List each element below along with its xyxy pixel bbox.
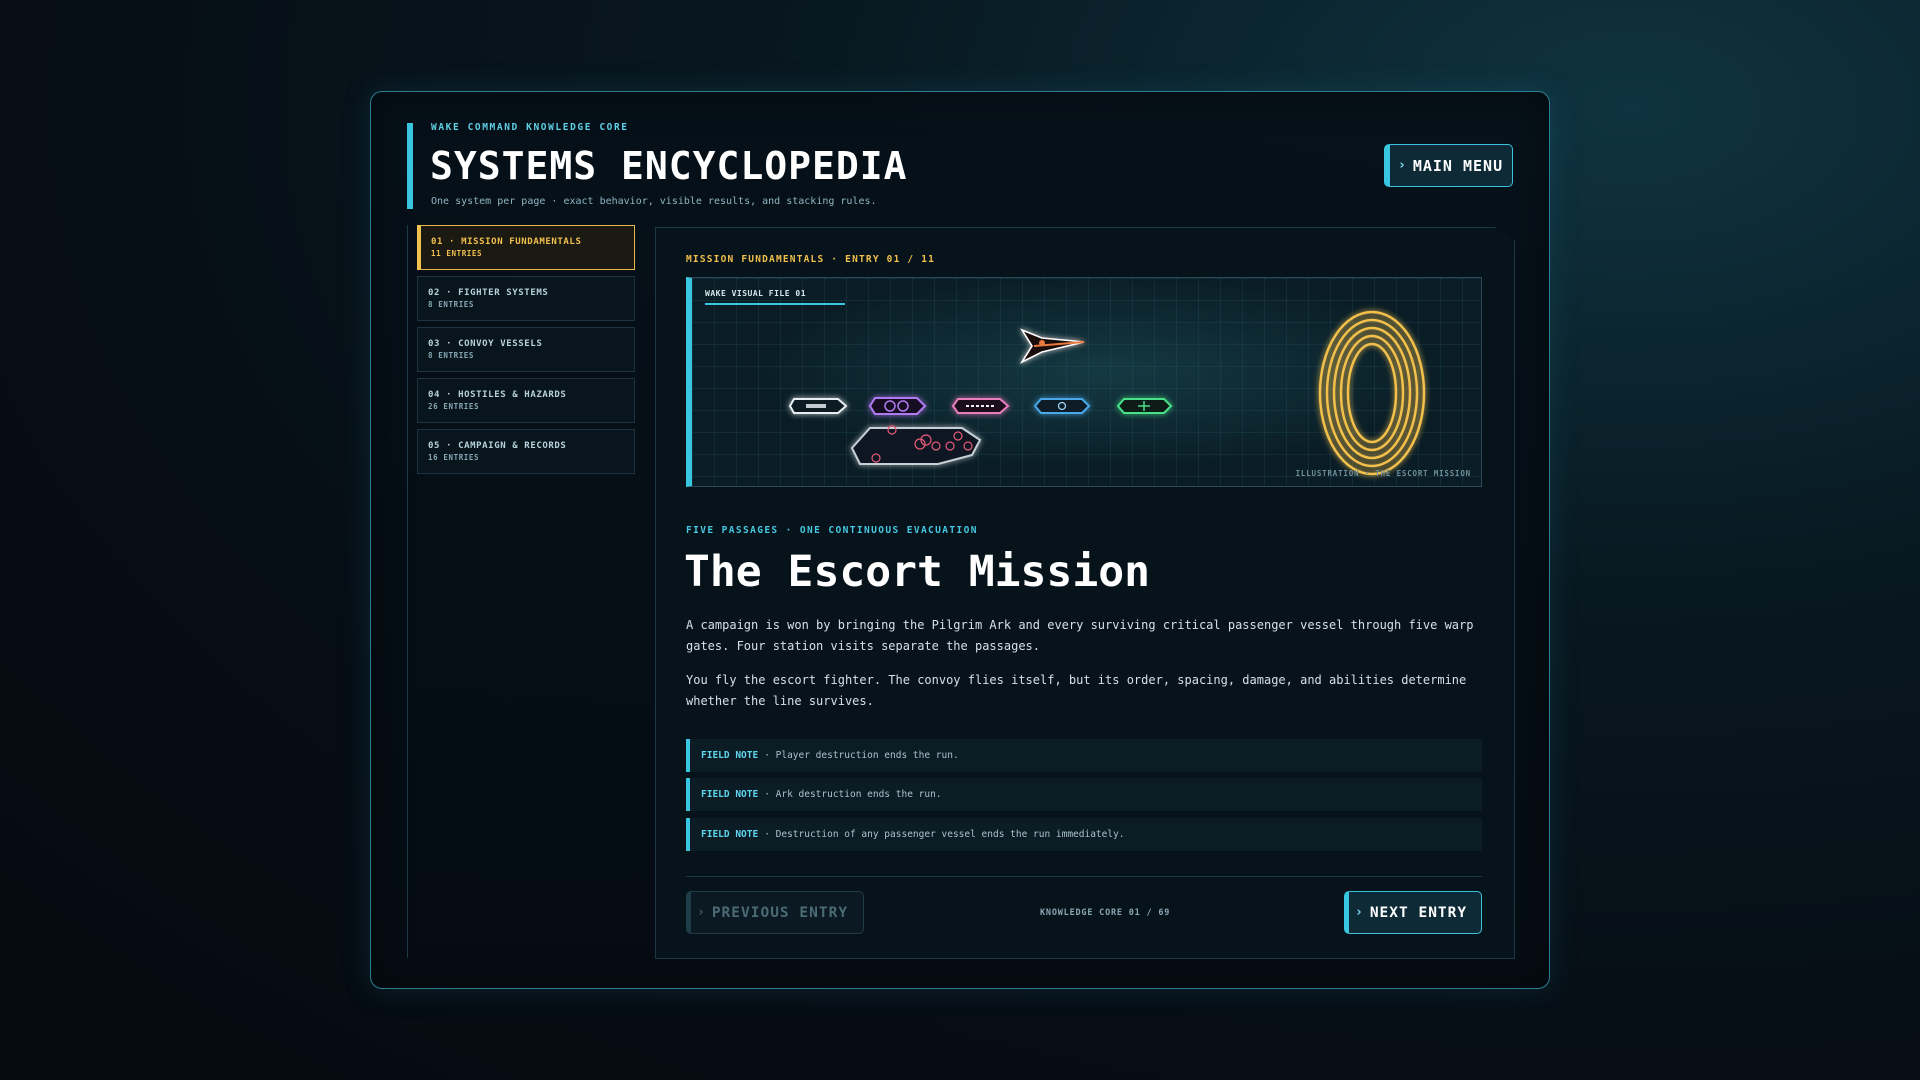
previous-entry-button[interactable]: › PREVIOUS ENTRY	[686, 891, 864, 934]
entry-kicker: FIVE PASSAGES · ONE CONTINUOUS EVACUATIO…	[686, 525, 978, 536]
convoy-vessel-blue-icon	[1033, 398, 1091, 414]
previous-entry-label: PREVIOUS ENTRY	[711, 904, 849, 921]
entry-illustration: WAKE VISUAL FILE 01 ILLUSTRATION · THE E…	[686, 277, 1482, 487]
sidebar-item-convoy-vessels[interactable]: 03 · CONVOY VESSELS 8 ENTRIES	[417, 327, 635, 372]
category-sidebar: 01 · MISSION FUNDAMENTALS 11 ENTRIES 02 …	[407, 225, 635, 958]
main-menu-button[interactable]: › MAIN MENU	[1384, 144, 1513, 187]
entry-meta: MISSION FUNDAMENTALS · ENTRY 01 / 11	[686, 254, 936, 265]
warp-gate-icon	[1318, 310, 1426, 476]
header-accent-bar	[407, 123, 413, 209]
footer-divider	[686, 876, 1482, 877]
knowledge-core-counter: KNOWLEDGE CORE 01 / 69	[1040, 908, 1171, 918]
sidebar-item-label: 03 · CONVOY VESSELS	[428, 339, 543, 349]
sidebar-item-fighter-systems[interactable]: 02 · FIGHTER SYSTEMS 8 ENTRIES	[417, 276, 635, 321]
chevron-right-icon: ›	[1398, 158, 1407, 173]
next-entry-button[interactable]: › NEXT ENTRY	[1344, 891, 1482, 934]
sidebar-item-count: 26 ENTRIES	[428, 402, 480, 411]
field-note-text: · Destruction of any passenger vessel en…	[764, 829, 1125, 840]
entry-title: The Escort Mission	[684, 547, 1150, 597]
field-note-text: · Player destruction ends the run.	[764, 750, 959, 761]
header-eyebrow: WAKE COMMAND KNOWLEDGE CORE	[431, 122, 629, 133]
convoy-vessel-green-icon	[1116, 398, 1173, 414]
sidebar-item-mission-fundamentals[interactable]: 01 · MISSION FUNDAMENTALS 11 ENTRIES	[417, 225, 635, 270]
sidebar-item-count: 16 ENTRIES	[428, 453, 480, 462]
entry-content-panel: MISSION FUNDAMENTALS · ENTRY 01 / 11 WAK…	[655, 227, 1515, 959]
field-note-tag: FIELD NOTE	[701, 829, 759, 840]
sidebar-item-hostiles-hazards[interactable]: 04 · HOSTILES & HAZARDS 26 ENTRIES	[417, 378, 635, 423]
convoy-vessel-violet-icon	[868, 397, 927, 415]
sidebar-item-label: 05 · CAMPAIGN & RECORDS	[428, 441, 567, 451]
pilgrim-ark-icon	[850, 425, 982, 465]
sidebar-item-count: 11 ENTRIES	[431, 249, 483, 258]
field-note: FIELD NOTE · Player destruction ends the…	[686, 739, 1482, 772]
page-subtitle: One system per page · exact behavior, vi…	[431, 196, 877, 207]
sidebar-item-label: 02 · FIGHTER SYSTEMS	[428, 288, 549, 298]
next-entry-label: NEXT ENTRY	[1369, 904, 1468, 921]
field-note: FIELD NOTE · Ark destruction ends the ru…	[686, 778, 1482, 811]
field-note-text: · Ark destruction ends the run.	[764, 789, 942, 800]
field-note: FIELD NOTE · Destruction of any passenge…	[686, 818, 1482, 851]
sidebar-item-label: 04 · HOSTILES & HAZARDS	[428, 390, 567, 400]
sidebar-item-count: 8 ENTRIES	[428, 351, 475, 360]
field-note-tag: FIELD NOTE	[701, 789, 759, 800]
entry-paragraph: You fly the escort fighter. The convoy f…	[686, 673, 1467, 708]
entry-paragraph: A campaign is won by bringing the Pilgri…	[686, 618, 1474, 653]
page-title: SYSTEMS ENCYCLOPEDIA	[430, 144, 908, 188]
sidebar-item-label: 01 · MISSION FUNDAMENTALS	[431, 237, 582, 247]
convoy-vessel-pink-icon	[951, 398, 1010, 414]
convoy-vessel-white-icon	[788, 398, 848, 414]
field-note-tag: FIELD NOTE	[701, 750, 759, 761]
chevron-right-icon: ›	[697, 905, 706, 920]
sidebar-item-count: 8 ENTRIES	[428, 300, 475, 309]
chevron-right-icon: ›	[1355, 905, 1364, 920]
main-menu-label: MAIN MENU	[1412, 156, 1504, 175]
escort-scene	[788, 310, 1426, 476]
encyclopedia-panel: WAKE COMMAND KNOWLEDGE CORE SYSTEMS ENCY…	[370, 91, 1550, 989]
sidebar-item-campaign-records[interactable]: 05 · CAMPAIGN & RECORDS 16 ENTRIES	[417, 429, 635, 474]
fighter-ship-icon	[1019, 328, 1085, 364]
visual-caption: ILLUSTRATION · THE ESCORT MISSION	[1295, 469, 1471, 478]
